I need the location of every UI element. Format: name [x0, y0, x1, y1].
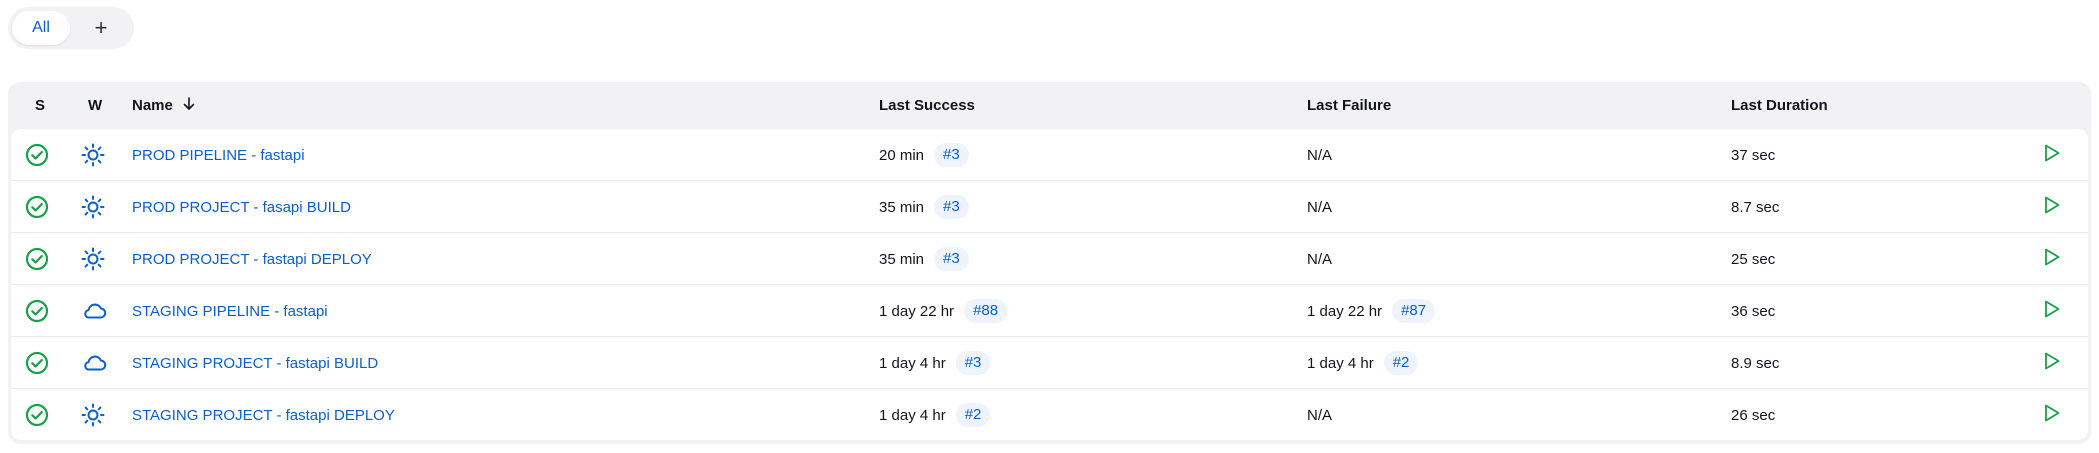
success-status-icon: [25, 233, 49, 285]
last-success-time: 35 min: [879, 250, 925, 268]
schedule-build-button[interactable]: [2043, 337, 2061, 389]
add-view-button[interactable]: +: [72, 11, 130, 45]
header-status[interactable]: S: [35, 82, 45, 129]
last-failure-cell: N/A: [1307, 389, 1332, 440]
header-last-failure[interactable]: Last Failure: [1307, 82, 1391, 129]
success-status-icon: [25, 129, 49, 181]
last-failure-build-link[interactable]: #2: [1383, 351, 1419, 375]
schedule-build-button[interactable]: [2043, 285, 2061, 337]
job-name-link[interactable]: PROD PROJECT - fasapi BUILD: [132, 181, 351, 233]
last-success-cell: 1 day 4 hr #2: [879, 389, 991, 440]
cloudy-icon: [81, 337, 107, 389]
last-success-cell: 1 day 22 hr #88: [879, 285, 1008, 337]
success-status-icon: [25, 337, 49, 389]
last-duration: 25 sec: [1731, 250, 1776, 268]
job-name-link[interactable]: PROD PROJECT - fastapi DEPLOY: [132, 233, 372, 285]
play-icon: [2043, 299, 2061, 323]
table-body: PROD PIPELINE - fastapi 20 min #3 N/A 37…: [11, 129, 2088, 440]
last-duration: 8.9 sec: [1731, 354, 1780, 372]
last-failure-time: 1 day 22 hr: [1307, 302, 1383, 320]
sunny-icon: [81, 233, 105, 285]
schedule-build-button[interactable]: [2043, 129, 2061, 181]
sunny-icon: [81, 389, 105, 440]
play-icon: [2043, 403, 2061, 427]
last-success-time: 20 min: [879, 146, 925, 164]
last-duration: 26 sec: [1731, 406, 1776, 424]
last-duration: 37 sec: [1731, 146, 1776, 164]
header-weather[interactable]: W: [88, 82, 102, 129]
tab-all[interactable]: All: [12, 11, 70, 45]
jobs-table: S W Name Last Success Last Failure Last …: [8, 82, 2091, 444]
success-status-icon: [25, 389, 49, 440]
last-success-cell: 1 day 4 hr #3: [879, 337, 991, 389]
play-icon: [2043, 351, 2061, 375]
last-failure-cell: N/A: [1307, 233, 1332, 285]
sunny-icon: [81, 181, 105, 233]
job-name-link[interactable]: STAGING PROJECT - fastapi BUILD: [132, 337, 378, 389]
view-tabs: All +: [8, 7, 134, 49]
last-failure-build-link[interactable]: #87: [1392, 299, 1436, 323]
header-name-label: Name: [132, 97, 173, 114]
table-header: S W Name Last Success Last Failure Last …: [8, 82, 2091, 129]
last-success-build-link[interactable]: #3: [934, 247, 969, 271]
last-success-time: 1 day 22 hr: [879, 302, 955, 320]
last-failure-time: N/A: [1307, 406, 1333, 424]
table-row: PROD PIPELINE - fastapi 20 min #3 N/A 37…: [11, 129, 2088, 181]
last-success-cell: 35 min #3: [879, 233, 969, 285]
last-success-build-link[interactable]: #3: [934, 195, 969, 219]
job-name-link[interactable]: PROD PIPELINE - fastapi: [132, 129, 305, 181]
table-row: STAGING PIPELINE - fastapi 1 day 22 hr #…: [11, 285, 2088, 337]
table-row: STAGING PROJECT - fastapi DEPLOY 1 day 4…: [11, 389, 2088, 440]
job-name-link[interactable]: STAGING PROJECT - fastapi DEPLOY: [132, 389, 395, 440]
last-success-time: 1 day 4 hr: [879, 354, 946, 372]
header-name-sort[interactable]: Name: [132, 82, 195, 129]
arrow-down-icon: [183, 83, 195, 130]
last-failure-time: N/A: [1307, 198, 1333, 216]
play-icon: [2043, 247, 2061, 271]
table-row: PROD PROJECT - fastapi DEPLOY 35 min #3 …: [11, 233, 2088, 285]
schedule-build-button[interactable]: [2043, 181, 2061, 233]
last-failure-cell: N/A: [1307, 129, 1332, 181]
sunny-icon: [81, 129, 105, 181]
last-duration: 8.7 sec: [1731, 198, 1780, 216]
last-success-build-link[interactable]: #88: [964, 299, 1008, 323]
last-failure-cell: 1 day 22 hr #87: [1307, 285, 1436, 337]
play-icon: [2043, 143, 2061, 167]
last-success-cell: 35 min #3: [879, 181, 969, 233]
last-success-build-link[interactable]: #3: [955, 351, 991, 375]
last-success-time: 1 day 4 hr: [879, 406, 946, 424]
schedule-build-button[interactable]: [2043, 233, 2061, 285]
table-row: PROD PROJECT - fasapi BUILD 35 min #3 N/…: [11, 181, 2088, 233]
header-last-duration[interactable]: Last Duration: [1731, 82, 1828, 129]
last-failure-time: N/A: [1307, 146, 1333, 164]
last-failure-cell: 1 day 4 hr #2: [1307, 337, 1419, 389]
schedule-build-button[interactable]: [2043, 389, 2061, 440]
success-status-icon: [25, 285, 49, 337]
play-icon: [2043, 195, 2061, 219]
last-success-build-link[interactable]: #2: [955, 403, 991, 427]
job-name-link[interactable]: STAGING PIPELINE - fastapi: [132, 285, 328, 337]
table-row: STAGING PROJECT - fastapi BUILD 1 day 4 …: [11, 337, 2088, 389]
last-success-cell: 20 min #3: [879, 129, 969, 181]
last-failure-cell: N/A: [1307, 181, 1332, 233]
last-duration: 36 sec: [1731, 302, 1776, 320]
last-success-time: 35 min: [879, 198, 925, 216]
last-failure-time: N/A: [1307, 250, 1333, 268]
last-success-build-link[interactable]: #3: [934, 143, 969, 167]
last-failure-time: 1 day 4 hr: [1307, 354, 1374, 372]
cloudy-icon: [81, 285, 107, 337]
header-last-success[interactable]: Last Success: [879, 82, 975, 129]
success-status-icon: [25, 181, 49, 233]
